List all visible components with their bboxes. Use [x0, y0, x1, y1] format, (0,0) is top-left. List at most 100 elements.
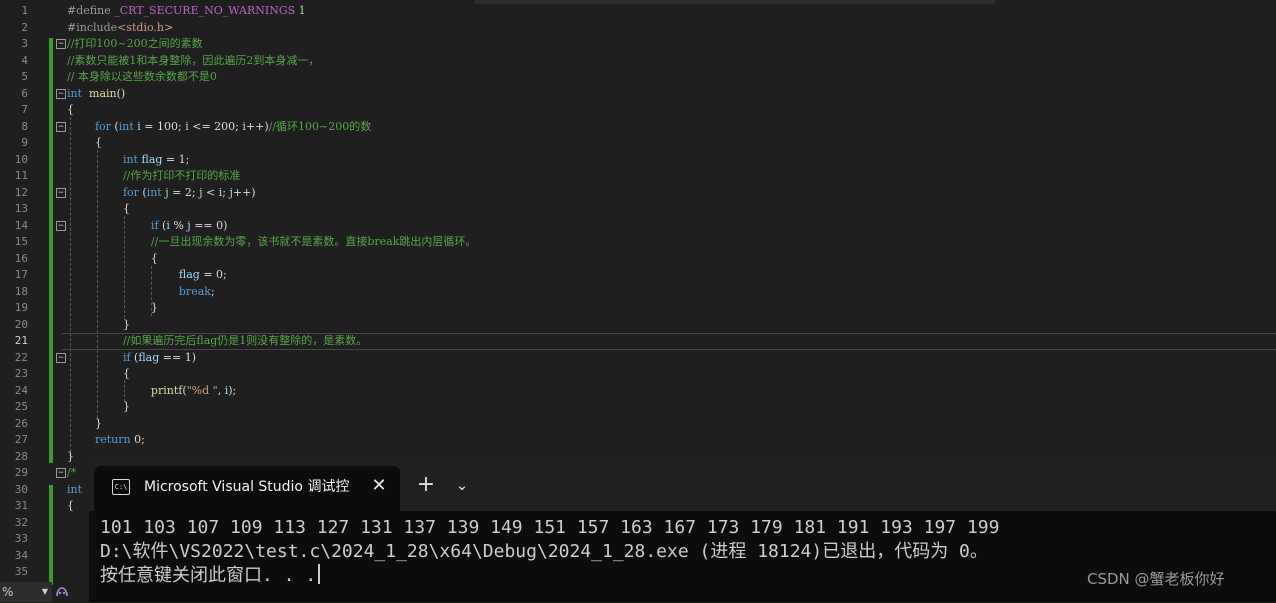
code-token: int: [67, 482, 83, 496]
code-line[interactable]: 2 #include<stdio.h>: [0, 20, 1276, 37]
code-text: for (int j = 2; j < i; j++): [67, 185, 1276, 202]
line-number: 3: [21, 37, 28, 50]
code-line[interactable]: 15 //一旦出现余数为零，该书就不是素数。直接break跳出内层循环。: [0, 234, 1276, 251]
code-text: if (i % j == 0): [67, 218, 1276, 235]
collapse-icon[interactable]: −: [56, 39, 66, 49]
code-line[interactable]: 7{: [0, 102, 1276, 119]
code-token: = 1;: [162, 152, 190, 166]
code-token: printf: [150, 383, 183, 397]
code-line[interactable]: 6 − int main(): [0, 86, 1276, 103]
collapse-icon[interactable]: −: [56, 88, 66, 99]
code-token: {: [67, 367, 130, 380]
code-token: break: [178, 284, 211, 298]
copilot-icon[interactable]: [54, 584, 70, 600]
debug-console-window[interactable]: C:\ Microsoft Visual Studio 调试控制台 ✕ + ⌄ …: [89, 456, 1276, 602]
close-icon[interactable]: ✕: [368, 475, 390, 497]
code-line[interactable]: 22 − if (flag == 1): [0, 350, 1276, 367]
chevron-down-icon[interactable]: ▼: [42, 582, 48, 602]
line-number: 15: [14, 235, 28, 248]
code-token: main: [89, 86, 117, 100]
code-token: //打印100~200之间的素数: [67, 37, 203, 50]
code-line[interactable]: 9 {: [0, 135, 1276, 152]
line-number: 17: [14, 268, 28, 281]
code-token: int: [146, 185, 162, 199]
code-line[interactable]: 13 {: [0, 201, 1276, 218]
code-line[interactable]: 18 break;: [0, 284, 1276, 301]
code-text: break;: [67, 284, 1276, 301]
code-token: (: [138, 185, 147, 199]
code-text: //作为打印不打印的标准: [67, 168, 1276, 185]
code-token: flag: [178, 268, 200, 281]
code-line[interactable]: 8 − for (int i = 100; i <= 200; i++)//循环1…: [0, 119, 1276, 136]
code-line[interactable]: 21 //如果遍历完后flag仍是1则没有整除的，是素数。: [0, 333, 1276, 350]
line-number: 6: [21, 86, 28, 100]
code-token: #define: [67, 4, 115, 17]
line-number: 33: [14, 532, 28, 545]
collapse-icon[interactable]: −: [56, 220, 66, 231]
code-line[interactable]: 10 int flag = 1;: [0, 152, 1276, 169]
code-token: }: [67, 416, 102, 430]
code-token: /*: [67, 466, 77, 479]
code-line[interactable]: 4 //素数只能被1和本身整除，因此遍历2到本身减一，: [0, 53, 1276, 70]
code-text: return 0;: [67, 432, 1276, 449]
code-line[interactable]: 5 // 本身除以这些数余数都不是0: [0, 69, 1276, 86]
chevron-down-icon[interactable]: ⌄: [451, 473, 473, 497]
code-token: == 0): [190, 218, 228, 232]
code-token: <stdio.h>: [117, 20, 174, 34]
code-text: printf("%d ", i);: [67, 383, 1276, 400]
code-token: }: [67, 449, 74, 463]
code-line[interactable]: 25 }: [0, 399, 1276, 416]
code-text: {: [67, 251, 1276, 268]
line-number: 4: [21, 53, 28, 67]
code-token: //循环100~200的数: [268, 119, 372, 133]
code-token: <= 200;: [188, 119, 243, 133]
code-text: //打印100~200之间的素数: [67, 36, 1276, 53]
code-line[interactable]: 20 }: [0, 317, 1276, 334]
new-tab-button[interactable]: +: [414, 473, 438, 497]
code-text: //素数只能被1和本身整除，因此遍历2到本身减一，: [67, 53, 1276, 70]
zoom-level-control[interactable]: % ▼: [0, 582, 52, 602]
code-text: int main(): [67, 86, 1276, 103]
line-number: 2: [21, 20, 28, 34]
collapse-icon[interactable]: −: [56, 352, 66, 363]
code-token: = 100;: [140, 119, 186, 133]
code-line[interactable]: 17 flag = 0;: [0, 267, 1276, 284]
console-output-line: 101 103 107 109 113 127 131 137 139 149 …: [100, 517, 1000, 538]
line-number: 21: [14, 334, 28, 347]
console-output-line: 按任意键关闭此窗口. . .: [100, 565, 317, 586]
line-number: 25: [14, 400, 28, 413]
tab-debug-console[interactable]: C:\ Microsoft Visual Studio 调试控制台 ✕: [94, 466, 400, 511]
code-text: }: [67, 416, 1276, 433]
collapse-icon[interactable]: −: [56, 187, 66, 198]
code-text: }: [67, 399, 1276, 416]
code-line[interactable]: 11 //作为打印不打印的标准: [0, 168, 1276, 185]
zoom-level-value: %: [2, 585, 14, 599]
code-line[interactable]: 16 {: [0, 251, 1276, 268]
line-number: 20: [14, 317, 28, 331]
collapse-icon[interactable]: −: [56, 121, 66, 132]
code-token: if: [150, 218, 159, 232]
code-line[interactable]: 14 − if (i % j == 0): [0, 218, 1276, 235]
code-line[interactable]: 3 −//打印100~200之间的素数: [0, 36, 1276, 53]
code-token: "%d ": [186, 383, 218, 397]
code-line[interactable]: 27 return 0;: [0, 432, 1276, 449]
code-line[interactable]: 24 printf("%d ", i);: [0, 383, 1276, 400]
code-line[interactable]: 23 {: [0, 366, 1276, 383]
code-text: //如果遍历完后flag仍是1则没有整除的，是素数。: [67, 333, 1276, 350]
line-number: 29: [14, 466, 28, 479]
code-line[interactable]: 1 #define _CRT_SECURE_NO_WARNINGS 1: [0, 3, 1276, 20]
code-line[interactable]: 12 − for (int j = 2; j < i; j++): [0, 185, 1276, 202]
code-line[interactable]: 26 }: [0, 416, 1276, 433]
line-number: 9: [21, 136, 28, 149]
code-token: ++): [245, 119, 269, 133]
line-number: 24: [14, 383, 28, 397]
code-token: int: [122, 152, 138, 166]
console-icon: C:\: [112, 479, 130, 495]
code-token: {: [67, 103, 74, 116]
code-line[interactable]: 19 }: [0, 300, 1276, 317]
collapse-icon[interactable]: −: [56, 468, 66, 478]
